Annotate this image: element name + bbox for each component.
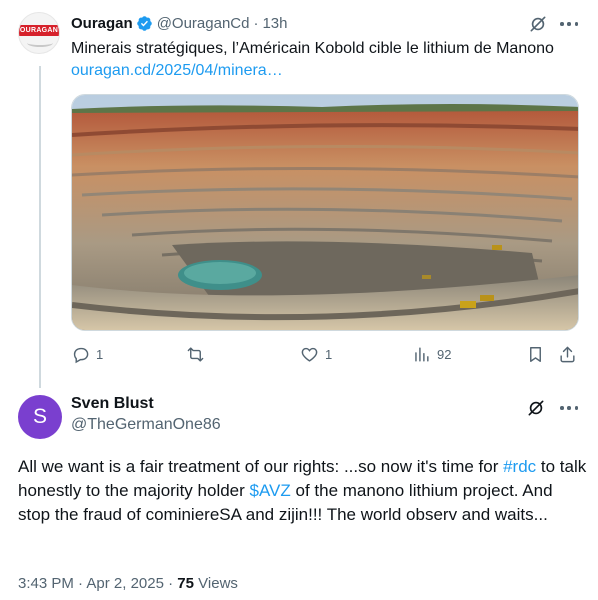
parent-timestamp[interactable]: 13h	[262, 15, 287, 32]
ouragan-avatar[interactable]: OURAGAN	[18, 12, 60, 54]
parent-text-body: Minerais stratégiques, l’Américain Kobol…	[71, 40, 554, 57]
cashtag-avz[interactable]: $AVZ	[250, 481, 291, 500]
meta-separator: ·	[78, 575, 84, 592]
repost-button[interactable]	[186, 345, 211, 364]
parent-tweet-header: Ouragan @OuraganCd · 13h	[71, 12, 288, 34]
reply-icon	[73, 347, 89, 364]
share-icon	[560, 346, 575, 363]
parent-handle[interactable]: @OuraganCd	[157, 15, 250, 32]
more-options-icon[interactable]	[558, 398, 580, 418]
share-button[interactable]	[558, 345, 577, 364]
heart-icon	[301, 347, 318, 362]
logo-swoosh	[27, 39, 53, 47]
meta-separator: ·	[168, 575, 174, 592]
grok-icon[interactable]	[528, 14, 548, 34]
parent-tweet-text: Minerais stratégiques, l’Américain Kobol…	[71, 38, 571, 82]
ouragan-logo-text: OURAGAN	[19, 24, 59, 36]
more-options-icon[interactable]	[558, 14, 580, 34]
parent-action-bar: 1 1 92	[71, 345, 579, 367]
article-link[interactable]: ouragan.cd/2025/04/minera…	[71, 62, 283, 79]
reply-count: 1	[96, 347, 104, 362]
repost-icon	[187, 347, 204, 362]
views-button[interactable]: 92	[412, 345, 451, 364]
bookmark-icon	[530, 347, 541, 362]
tweet-date[interactable]: Apr 2, 2025	[86, 575, 164, 592]
sven-blust-avatar[interactable]: S	[18, 395, 62, 439]
tweet-time[interactable]: 3:43 PM	[18, 575, 74, 592]
mine-illustration	[72, 95, 578, 330]
text-part-1: All we want is a fair treatment of our r…	[18, 457, 504, 476]
verified-badge-icon	[136, 15, 152, 31]
tweet-meta: 3:43 PM · Apr 2, 2025 · 75 Views	[18, 575, 238, 592]
main-handle[interactable]: @TheGermanOne86	[71, 416, 221, 434]
views-label: Views	[198, 575, 238, 592]
main-display-name[interactable]: Sven Blust	[71, 395, 154, 413]
header-separator: ·	[253, 14, 259, 32]
bookmark-button[interactable]	[526, 345, 545, 364]
mine-photo[interactable]	[71, 94, 579, 331]
analytics-icon	[415, 347, 429, 362]
like-button[interactable]: 1	[300, 345, 332, 364]
reply-button[interactable]: 1	[71, 345, 103, 364]
views-total: 75	[177, 575, 194, 592]
thread-connector-line	[39, 66, 41, 388]
hashtag-rdc[interactable]: #rdc	[503, 457, 536, 476]
main-tweet-text: All we want is a fair treatment of our r…	[18, 455, 588, 527]
like-count: 1	[325, 347, 333, 362]
parent-display-name[interactable]: Ouragan	[71, 15, 133, 32]
views-count: 92	[437, 347, 452, 362]
grok-icon[interactable]	[526, 398, 546, 418]
